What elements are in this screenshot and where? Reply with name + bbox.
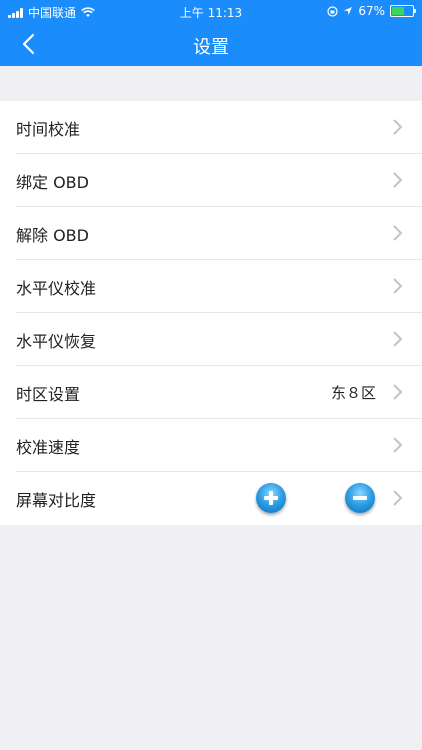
chevron-right-icon: [393, 384, 403, 400]
setting-time-calibration[interactable]: 时间校准: [0, 101, 422, 154]
chevron-right-icon: [393, 172, 403, 188]
setting-label: 解除 OBD: [16, 225, 89, 245]
setting-level-calibration[interactable]: 水平仪校准: [0, 260, 422, 313]
contrast-increase-button[interactable]: [256, 483, 286, 513]
nav-bar: 设置: [0, 22, 422, 66]
plus-icon: [264, 491, 278, 505]
chevron-right-icon: [393, 490, 403, 506]
timezone-value: 东８区: [330, 384, 376, 402]
setting-speed-calibration[interactable]: 校准速度: [0, 419, 422, 472]
setting-label: 时间校准: [16, 119, 81, 139]
setting-label: 校准速度: [16, 437, 81, 457]
setting-unbind-obd[interactable]: 解除 OBD: [0, 207, 422, 260]
location-icon: [344, 7, 353, 15]
chevron-right-icon: [393, 225, 403, 241]
status-bar: 中国联通 上午 11:13 67%: [0, 0, 422, 22]
setting-bind-obd[interactable]: 绑定 OBD: [0, 154, 422, 207]
setting-label: 水平仪校准: [16, 278, 97, 298]
setting-level-restore[interactable]: 水平仪恢复: [0, 313, 422, 366]
top-bar: 中国联通 上午 11:13 67% 设置: [0, 0, 422, 66]
page-title: 设置: [193, 37, 229, 58]
setting-label: 绑定 OBD: [16, 172, 89, 192]
setting-label: 时区设置: [16, 384, 81, 404]
setting-timezone[interactable]: 时区设置 东８区: [0, 366, 422, 419]
chevron-right-icon: [393, 331, 403, 347]
settings-list: 时间校准 绑定 OBD 解除 OBD 水平仪校准 水平仪恢复 时区设置 东８区 …: [0, 101, 422, 525]
chevron-right-icon: [393, 119, 403, 135]
chevron-right-icon: [393, 278, 403, 294]
orientation-lock-icon: [327, 5, 338, 17]
setting-screen-contrast: 屏幕对比度: [0, 472, 422, 525]
minus-icon: [353, 496, 367, 500]
contrast-decrease-button[interactable]: [345, 483, 375, 513]
chevron-right-icon: [393, 437, 403, 453]
setting-label: 水平仪恢复: [16, 331, 97, 351]
setting-label: 屏幕对比度: [16, 490, 97, 510]
battery-percent: 67%: [358, 4, 385, 18]
battery-icon: [390, 5, 416, 17]
battery-level: [392, 7, 405, 15]
